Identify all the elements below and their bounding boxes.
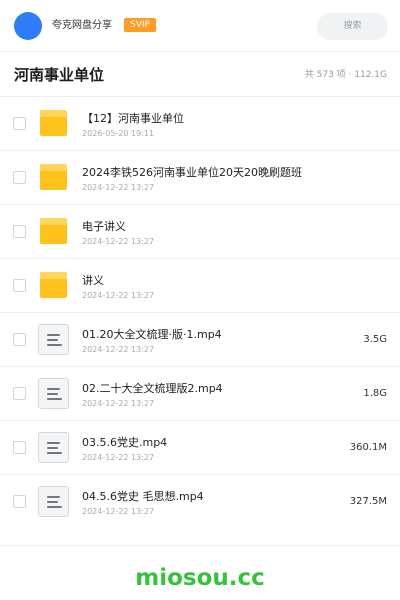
list-item[interactable]: 03.5.6党史.mp4 2024-12-22 13:27 360.1M xyxy=(0,421,400,475)
file-name[interactable]: 讲义 xyxy=(82,273,104,288)
file-name[interactable]: 电子讲义 xyxy=(82,219,126,234)
list-item[interactable]: 02.二十大全文梳理版2.mp4 2024-12-22 13:27 1.8G xyxy=(0,367,400,421)
file-size: 360.1M xyxy=(349,442,387,453)
select-checkbox[interactable] xyxy=(13,279,26,292)
document-icon xyxy=(38,378,69,409)
item-count-summary: 共 573 项 · 112.1G xyxy=(304,70,387,80)
list-item[interactable]: 04.5.6党史 毛思想.mp4 2024-12-22 13:27 327.5M xyxy=(0,475,400,529)
file-list: 【12】河南事业单位 2026-05-20 19:11 2024李铁526河南事… xyxy=(0,97,400,529)
watermark-text: miosou.cc xyxy=(135,565,265,591)
list-item[interactable]: 2024李铁526河南事业单位20天20晚刷题班 2024-12-22 13:2… xyxy=(0,151,400,205)
list-item[interactable]: 01.20大全文梳理·版·1.mp4 2024-12-22 13:27 3.5G xyxy=(0,313,400,367)
top-bar: 夸克网盘分享 SVIP 搜索 xyxy=(0,0,400,52)
file-name[interactable]: 01.20大全文梳理·版·1.mp4 xyxy=(82,327,222,342)
folder-icon xyxy=(38,216,69,247)
select-checkbox[interactable] xyxy=(13,495,26,508)
folder-icon xyxy=(38,270,69,301)
file-date: 2024-12-22 13:27 xyxy=(82,291,155,300)
file-name[interactable]: 2024李铁526河南事业单位20天20晚刷题班 xyxy=(82,165,302,180)
file-name[interactable]: 【12】河南事业单位 xyxy=(82,111,184,126)
list-item[interactable]: 讲义 2024-12-22 13:27 xyxy=(0,259,400,313)
document-icon xyxy=(38,486,69,517)
folder-icon xyxy=(38,108,69,139)
file-date: 2024-12-22 13:27 xyxy=(82,237,155,246)
file-date: 2024-12-22 13:27 xyxy=(82,507,155,516)
file-name[interactable]: 04.5.6党史 毛思想.mp4 xyxy=(82,489,204,504)
file-size: 1.8G xyxy=(363,388,387,399)
folder-icon xyxy=(38,162,69,193)
file-name[interactable]: 03.5.6党史.mp4 xyxy=(82,435,167,450)
select-checkbox[interactable] xyxy=(13,225,26,238)
document-icon xyxy=(38,324,69,355)
folder-header: 河南事业单位 共 573 项 · 112.1G xyxy=(0,52,400,97)
file-date: 2024-12-22 13:27 xyxy=(82,183,155,192)
select-checkbox[interactable] xyxy=(13,387,26,400)
file-date: 2024-12-22 13:27 xyxy=(82,399,155,408)
sharer-name: 夸克网盘分享 xyxy=(52,20,112,31)
file-size: 3.5G xyxy=(363,334,387,345)
file-size: 327.5M xyxy=(349,496,387,507)
select-checkbox[interactable] xyxy=(13,333,26,346)
list-item[interactable]: 【12】河南事业单位 2026-05-20 19:11 xyxy=(0,97,400,151)
search-input[interactable]: 搜索 xyxy=(317,13,388,40)
select-checkbox[interactable] xyxy=(13,441,26,454)
file-date: 2024-12-22 13:27 xyxy=(82,345,155,354)
select-checkbox[interactable] xyxy=(13,171,26,184)
file-date: 2026-05-20 19:11 xyxy=(82,129,155,138)
document-icon xyxy=(38,432,69,463)
select-checkbox[interactable] xyxy=(13,117,26,130)
divider xyxy=(0,545,400,546)
page-title: 河南事业单位 xyxy=(14,66,105,84)
file-name[interactable]: 02.二十大全文梳理版2.mp4 xyxy=(82,381,223,396)
file-date: 2024-12-22 13:27 xyxy=(82,453,155,462)
avatar[interactable] xyxy=(14,12,42,40)
svip-badge: SVIP xyxy=(124,18,156,32)
list-item[interactable]: 电子讲义 2024-12-22 13:27 xyxy=(0,205,400,259)
